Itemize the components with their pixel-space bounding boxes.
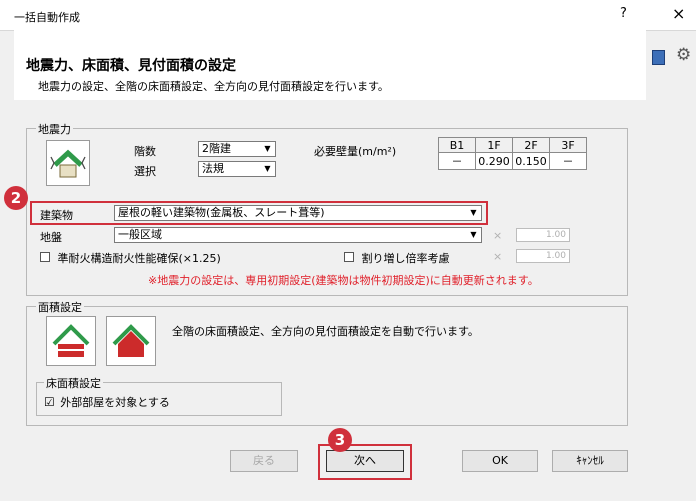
chevron-down-icon: ▼ [264, 164, 271, 173]
cancel-button[interactable]: ｷｬﾝｾﾙ [552, 450, 628, 472]
building-value: 屋根の軽い建築物(金属板、スレート葺等) [118, 206, 325, 219]
close-button[interactable]: × [672, 4, 685, 23]
chevron-down-icon: ▼ [470, 230, 477, 239]
increase-checkbox[interactable] [344, 252, 354, 262]
area-group-label: 面積設定 [36, 299, 84, 315]
outside-room-option[interactable]: ☑ 外部部屋を対象とする [44, 394, 170, 410]
page-title: 地震力、床面積、見付面積の設定 [26, 58, 236, 74]
ok-button[interactable]: OK [462, 450, 538, 472]
seismic-house-icon [50, 149, 86, 178]
multiply-sign: × [493, 250, 503, 263]
floors-label: 階数 [134, 145, 156, 158]
increase-factor-input[interactable]: 1.00 [516, 249, 570, 263]
wall-amount-table: B1 1F 2F 3F － 0.290 0.150 － [438, 137, 587, 170]
method-select[interactable]: 法規 ▼ [198, 161, 276, 177]
page-subtitle: 地震力の設定、全階の床面積設定、全方向の見付面積設定を行います。 [38, 80, 389, 93]
step-2-marker: 2 [4, 186, 28, 210]
ground-factor-input[interactable]: 1.00 [516, 228, 570, 242]
floor-area-button[interactable] [46, 316, 96, 366]
increase-option[interactable]: 割り増し倍率考慮 [344, 250, 450, 266]
building-select[interactable]: 屋根の軽い建築物(金属板、スレート葺等) ▼ [114, 205, 482, 221]
table-cell: － [549, 152, 587, 170]
table-cell: 0.150 [512, 152, 550, 170]
floor-area-subgroup-label: 床面積設定 [44, 375, 103, 391]
floors-value: 2階建 [202, 142, 231, 155]
gear-icon[interactable]: ⚙ [676, 45, 691, 65]
increase-label: 割り増し倍率考慮 [361, 252, 450, 265]
area-description: 全階の床面積設定、全方向の見付面積設定を自動で行います。 [172, 325, 479, 338]
fireproof-checkbox[interactable] [40, 252, 50, 262]
outside-room-checkbox[interactable]: ☑ [44, 395, 55, 409]
book-icon[interactable] [652, 50, 665, 65]
table-header: 1F [475, 137, 513, 153]
chevron-down-icon: ▼ [470, 208, 477, 217]
window-title: 一括自動作成 [14, 11, 80, 24]
ground-select[interactable]: 一般区域 ▼ [114, 227, 482, 243]
update-note: ※地震力の設定は、専用初期設定(建築物は物件初期設定)に自動更新されます。 [148, 274, 539, 287]
title-bar [0, 0, 696, 30]
table-cell: － [438, 152, 476, 170]
table-header: B1 [438, 137, 476, 153]
table-header: 3F [549, 137, 587, 153]
multiply-sign: × [493, 229, 503, 242]
ground-label: 地盤 [40, 231, 62, 244]
fireproof-option[interactable]: 準耐火構造耐火性能確保(×1.25) [40, 250, 221, 266]
select-label: 選択 [134, 165, 156, 178]
projected-area-house-icon [112, 324, 150, 357]
chevron-down-icon: ▼ [264, 144, 271, 153]
back-button[interactable]: 戻る [230, 450, 298, 472]
next-button[interactable]: 次へ [326, 450, 404, 472]
help-button[interactable]: ? [620, 6, 627, 21]
table-cell: 0.290 [475, 152, 513, 170]
fireproof-label: 準耐火構造耐火性能確保(×1.25) [57, 252, 221, 265]
floors-select[interactable]: 2階建 ▼ [198, 141, 276, 157]
ground-value: 一般区域 [118, 228, 162, 241]
floor-area-house-icon [52, 324, 90, 357]
table-header: 2F [512, 137, 550, 153]
seismic-house-button[interactable] [46, 140, 90, 186]
projected-area-button[interactable] [106, 316, 156, 366]
method-value: 法規 [202, 162, 224, 175]
building-label: 建築物 [40, 209, 73, 222]
required-wall-label: 必要壁量(m/m²) [314, 145, 397, 158]
seismic-group-label: 地震力 [36, 121, 73, 137]
step-3-marker: 3 [328, 428, 352, 452]
outside-room-label: 外部部屋を対象とする [60, 396, 170, 409]
